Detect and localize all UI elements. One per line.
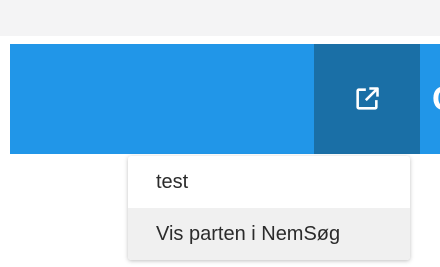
header-toolbar: C (10, 44, 440, 154)
top-strip (0, 0, 440, 36)
dropdown-menu: test Vis parten i NemSøg (128, 156, 410, 260)
menu-item-test[interactable]: test (128, 156, 410, 208)
cut-off-header-glyph: C (432, 75, 440, 123)
menu-item-vis-parten-i-nemsog[interactable]: Vis parten i NemSøg (128, 208, 410, 260)
cut-off-header-item[interactable]: C (430, 44, 440, 154)
open-external-button[interactable] (314, 44, 420, 154)
open-in-new-icon (356, 87, 379, 110)
